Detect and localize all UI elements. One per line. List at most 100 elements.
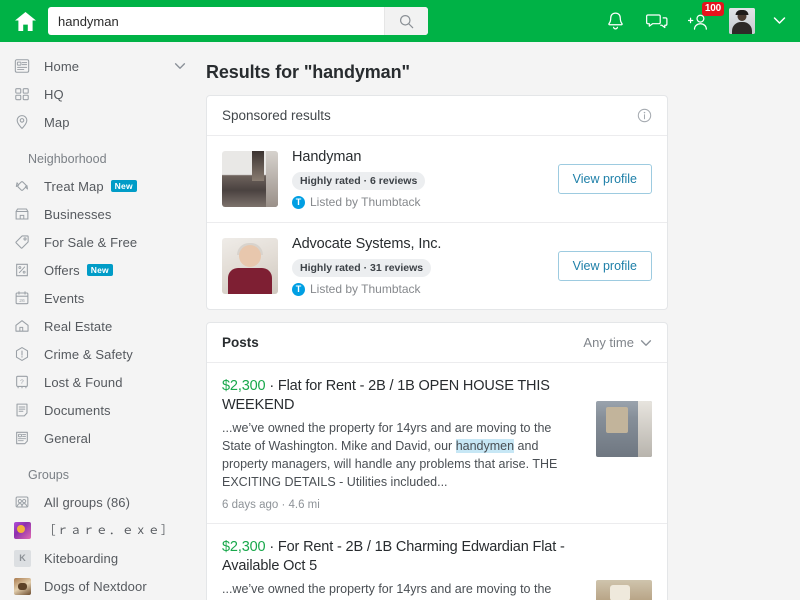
sidebar-item-label: HQ	[44, 86, 64, 102]
search-input[interactable]	[48, 7, 384, 35]
sidebar-item-label: Map	[44, 114, 70, 130]
sidebar-item-businesses[interactable]: Businesses	[0, 200, 200, 228]
sidebar-item-hq[interactable]: HQ	[0, 80, 200, 108]
sidebar-item-group-dogs-of-nextdoor[interactable]: Dogs of Nextdoor	[0, 572, 200, 600]
sidebar-item-label: All groups (86)	[44, 494, 131, 510]
hq-icon	[14, 86, 36, 102]
time-filter-dropdown[interactable]: Any time	[583, 335, 652, 350]
messages-button[interactable]	[645, 9, 669, 33]
sidebar-item-lost-found[interactable]: ? Lost & Found	[0, 368, 200, 396]
business-thumbnail	[222, 238, 278, 294]
sidebar-item-label: Events	[44, 290, 85, 306]
info-icon[interactable]	[637, 108, 652, 123]
notifications-button[interactable]	[603, 9, 627, 33]
chat-bubbles-icon	[646, 13, 668, 28]
time-filter-label: Any time	[583, 335, 634, 350]
sidebar-item-label: Kiteboarding	[44, 550, 119, 566]
tag-icon	[14, 234, 36, 250]
post-snippet: ...we’ve owned the property for 14yrs an…	[222, 580, 652, 600]
post-title: $2,300 · For Rent - 2B / 1B Charming Edw…	[222, 538, 652, 576]
post-thumbnail	[596, 401, 652, 457]
avatar[interactable]	[729, 8, 755, 34]
business-name: Handyman	[292, 149, 362, 165]
listed-by-row: T Listed by Thumbtack	[292, 195, 558, 209]
rating-badge: Highly rated · 6 reviews	[292, 172, 426, 190]
sidebar-item-general[interactable]: General	[0, 424, 200, 452]
sidebar-item-all-groups[interactable]: All groups (86)	[0, 488, 200, 516]
document-icon	[14, 402, 36, 418]
post-price: $2,300	[222, 378, 266, 394]
sidebar-item-home[interactable]: Home	[0, 52, 200, 80]
house-icon	[14, 11, 36, 31]
post-item[interactable]: $2,300 · Flat for Rent - 2B / 1B OPEN HO…	[207, 363, 667, 523]
sidebar-item-label: Offers	[44, 262, 80, 278]
thumbtack-icon: T	[292, 195, 305, 209]
sidebar-item-offers[interactable]: Offers New	[0, 256, 200, 284]
posts-card: Posts Any time $2,300 · Flat for Rent - …	[206, 322, 668, 600]
sidebar-item-label: For Sale & Free	[44, 234, 138, 250]
sidebar-item-group-rare-exe[interactable]: ［ｒａｒｅ．ｅｘｅ］	[0, 516, 200, 544]
house-roof-icon	[14, 318, 36, 334]
listed-by-label: Listed by Thumbtack	[310, 195, 421, 209]
sponsored-heading: Sponsored results	[222, 108, 331, 123]
header-actions: 100	[603, 2, 788, 34]
sidebar-item-label: Dogs of Nextdoor	[44, 578, 147, 594]
sidebar-item-group-kiteboarding[interactable]: K Kiteboarding	[0, 544, 200, 572]
sidebar-item-label: General	[44, 430, 91, 446]
post-snippet: ...we’ve owned the property for 14yrs an…	[222, 419, 652, 492]
nextdoor-logo-button[interactable]	[8, 4, 42, 38]
chevron-down-icon	[640, 339, 652, 346]
sidebar-item-label: Businesses	[44, 206, 112, 222]
rating-badge: Highly rated · 31 reviews	[292, 259, 432, 277]
search-icon	[399, 14, 414, 28]
sidebar-item-events[interactable]: 26 Events	[0, 284, 200, 312]
sponsored-results-card: Sponsored results Handyman Highly rated …	[206, 95, 668, 310]
search-bar[interactable]	[48, 7, 428, 35]
top-header: 100	[0, 0, 800, 42]
posts-heading: Posts	[222, 335, 259, 350]
view-profile-button[interactable]: View profile	[557, 251, 652, 281]
post-separator: ·	[265, 378, 278, 394]
storefront-icon	[14, 206, 36, 222]
svg-text:26: 26	[19, 298, 25, 304]
sidebar-section-neighborhood: Neighborhood	[28, 152, 107, 166]
new-badge: New	[110, 180, 137, 192]
sidebar-item-label: Home	[44, 58, 80, 74]
sponsored-result-row[interactable]: Handyman Highly rated · 6 reviews T List…	[207, 136, 667, 222]
group-avatar	[14, 521, 36, 539]
search-submit-button[interactable]	[384, 7, 428, 35]
general-post-icon	[14, 430, 36, 446]
sidebar-item-treat-map[interactable]: Treat Map New	[0, 172, 200, 200]
sponsored-result-row[interactable]: Advocate Systems, Inc. Highly rated · 31…	[207, 222, 667, 309]
candy-icon	[14, 178, 36, 194]
account-menu-button[interactable]	[773, 12, 786, 30]
sidebar-item-label: Lost & Found	[44, 374, 123, 390]
posts-header: Posts Any time	[207, 323, 667, 363]
sidebar-item-label: Crime & Safety	[44, 346, 133, 362]
sidebar-item-map[interactable]: Map	[0, 108, 200, 136]
sidebar-item-for-sale-free[interactable]: For Sale & Free	[0, 228, 200, 256]
post-price: $2,300	[222, 539, 266, 556]
post-title: $2,300 · Flat for Rent - 2B / 1B OPEN HO…	[222, 377, 652, 415]
main-content: Results for "handyman" Sponsored results…	[200, 42, 800, 600]
view-profile-button[interactable]: View profile	[557, 164, 652, 194]
listed-by-row: T Listed by Thumbtack	[292, 282, 558, 296]
chevron-down-icon	[773, 17, 786, 24]
post-meta: 6 days ago · 4.6 mi	[222, 499, 320, 512]
calendar-icon: 26	[14, 290, 36, 306]
business-thumbnail	[222, 151, 278, 207]
snippet-highlight: handymen	[455, 438, 515, 453]
sidebar-item-real-estate[interactable]: Real Estate	[0, 312, 200, 340]
sidebar-item-documents[interactable]: Documents	[0, 396, 200, 424]
sponsored-header: Sponsored results	[207, 96, 667, 136]
alert-hexagon-icon	[14, 346, 36, 362]
sidebar-item-crime-safety[interactable]: Crime & Safety	[0, 340, 200, 368]
left-sidebar: Home HQ Map Neighborhood Treat Map New B…	[0, 42, 200, 600]
new-badge: New	[86, 264, 113, 276]
post-item[interactable]: $2,300 · For Rent - 2B / 1B Charming Edw…	[207, 523, 667, 600]
invite-neighbors-button[interactable]: 100	[687, 2, 724, 33]
group-avatar	[14, 577, 36, 595]
thumbtack-icon: T	[292, 282, 305, 296]
page-body: Home HQ Map Neighborhood Treat Map New B…	[0, 42, 800, 600]
home-collapse-chevron-icon[interactable]	[174, 62, 186, 70]
